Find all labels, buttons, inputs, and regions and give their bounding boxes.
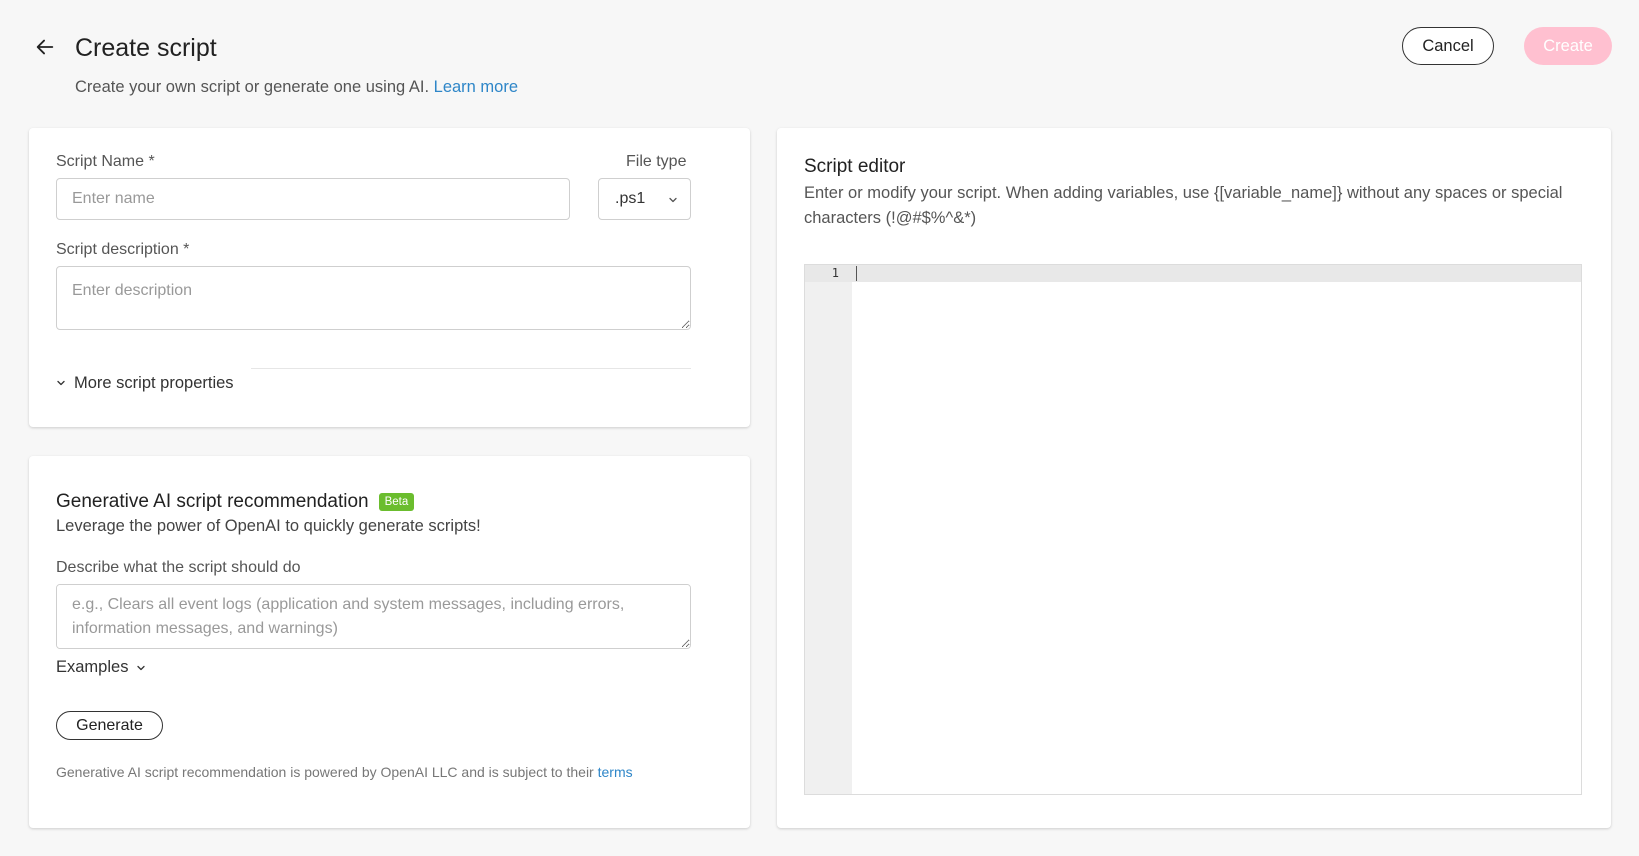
script-properties-card: Script Name * File type .ps1 Script desc… (29, 128, 750, 427)
ai-prompt-label: Describe what the script should do (56, 559, 301, 576)
line-number: 1 (831, 266, 839, 280)
script-editor-subtitle: Enter or modify your script. When adding… (804, 184, 1563, 227)
script-name-input[interactable] (56, 178, 570, 220)
editor-gutter (805, 265, 852, 794)
ai-footer-note: Generative AI script recommendation is p… (56, 762, 633, 782)
text-cursor (856, 266, 857, 281)
ai-footer-text: Generative AI script recommendation is p… (56, 764, 594, 780)
page-subtitle-text: Create your own script or generate one u… (75, 78, 430, 96)
back-button[interactable] (30, 32, 60, 62)
terms-link[interactable]: terms (598, 764, 633, 780)
script-description-label: Script description * (56, 241, 190, 258)
chevron-down-icon (57, 380, 65, 386)
code-editor[interactable]: 1 (804, 264, 1582, 795)
learn-more-link[interactable]: Learn more (434, 78, 518, 96)
examples-label: Examples (56, 658, 129, 676)
ai-section-subtitle: Leverage the power of OpenAI to quickly … (56, 517, 481, 535)
more-script-properties-toggle[interactable]: More script properties (56, 372, 234, 394)
create-script-page: Create script Create your own script or … (0, 0, 1639, 856)
section-divider (251, 368, 691, 369)
ai-section-title: Generative AI script recommendation Beta (56, 489, 415, 515)
file-type-value: .ps1 (615, 190, 646, 207)
page-subtitle: Create your own script or generate one u… (75, 76, 518, 98)
script-editor-card: Script editor Enter or modify your scrip… (777, 128, 1611, 828)
file-type-select[interactable]: .ps1 (598, 178, 691, 220)
chevron-down-icon (137, 665, 146, 670)
script-name-label: Script Name * (56, 153, 155, 170)
ai-title-text: Generative AI script recommendation (56, 491, 369, 512)
cancel-button[interactable]: Cancel (1402, 27, 1494, 65)
more-script-properties-label: More script properties (74, 373, 234, 392)
generate-button[interactable]: Generate (56, 711, 163, 740)
script-editor-title: Script editor (804, 156, 906, 177)
examples-toggle[interactable]: Examples (56, 658, 146, 677)
ai-prompt-input[interactable] (56, 584, 691, 649)
arrow-left-icon (36, 39, 54, 55)
active-line-highlight (805, 265, 1581, 282)
beta-badge: Beta (378, 493, 415, 511)
page-title: Create script (75, 34, 217, 62)
page-header: Create script Create your own script or … (0, 0, 1639, 120)
create-button[interactable]: Create (1524, 27, 1612, 65)
chevron-down-icon (669, 197, 677, 203)
ai-recommendation-card: Generative AI script recommendation Beta… (29, 456, 750, 828)
script-description-input[interactable] (56, 266, 691, 330)
file-type-label: File type (626, 153, 687, 170)
